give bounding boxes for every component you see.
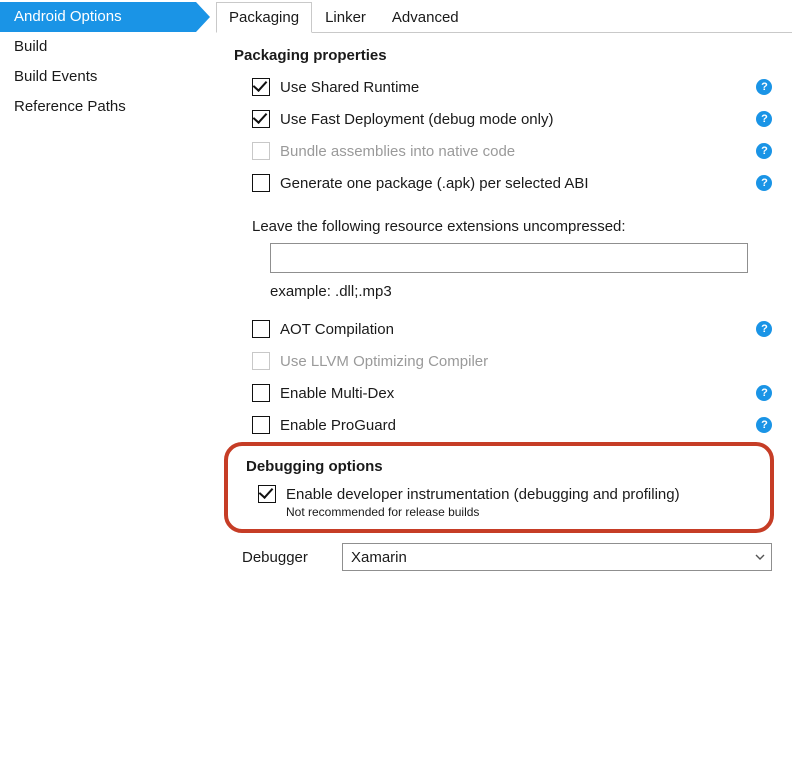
tab-bar: Packaging Linker Advanced bbox=[216, 2, 792, 33]
label-aot-compilation: AOT Compilation bbox=[280, 321, 394, 338]
label-fast-deployment: Use Fast Deployment (debug mode only) bbox=[280, 111, 553, 128]
label-multi-dex: Enable Multi-Dex bbox=[280, 385, 394, 402]
uncompressed-extensions-example: example: .dll;.mp3 bbox=[270, 283, 772, 300]
sidebar-item-label: Reference Paths bbox=[14, 98, 126, 115]
checkbox-llvm bbox=[252, 352, 270, 370]
help-icon[interactable]: ? bbox=[756, 111, 772, 127]
label-developer-instrumentation: Enable developer instrumentation (debugg… bbox=[286, 486, 680, 503]
label-proguard: Enable ProGuard bbox=[280, 417, 396, 434]
checkbox-aot-compilation[interactable] bbox=[252, 320, 270, 338]
debugger-select[interactable]: Xamarin bbox=[342, 543, 772, 571]
checkbox-one-apk-per-abi[interactable] bbox=[252, 174, 270, 192]
checkbox-fast-deployment[interactable] bbox=[252, 110, 270, 128]
sidebar: Android Options Build Build Events Refer… bbox=[0, 0, 196, 769]
uncompressed-extensions-label: Leave the following resource extensions … bbox=[252, 218, 772, 235]
developer-instrumentation-note: Not recommended for release builds bbox=[286, 505, 752, 519]
sidebar-item-android-options[interactable]: Android Options bbox=[0, 2, 196, 32]
help-icon[interactable]: ? bbox=[756, 385, 772, 401]
packaging-panel: Packaging properties Use Shared Runtime … bbox=[216, 33, 792, 571]
tab-advanced[interactable]: Advanced bbox=[379, 2, 472, 32]
tab-label: Linker bbox=[325, 9, 366, 26]
label-llvm: Use LLVM Optimizing Compiler bbox=[280, 353, 488, 370]
checkbox-bundle-native bbox=[252, 142, 270, 160]
checkbox-proguard[interactable] bbox=[252, 416, 270, 434]
sidebar-item-reference-paths[interactable]: Reference Paths bbox=[0, 92, 196, 122]
checkbox-shared-runtime[interactable] bbox=[252, 78, 270, 96]
debugger-row: Debugger Xamarin bbox=[242, 543, 772, 571]
help-icon[interactable]: ? bbox=[756, 175, 772, 191]
checkbox-developer-instrumentation[interactable] bbox=[258, 485, 276, 503]
sidebar-item-label: Android Options bbox=[14, 8, 122, 25]
tab-linker[interactable]: Linker bbox=[312, 2, 379, 32]
label-shared-runtime: Use Shared Runtime bbox=[280, 79, 419, 96]
chevron-down-icon bbox=[755, 554, 765, 560]
tab-label: Advanced bbox=[392, 9, 459, 26]
debugging-options-heading: Debugging options bbox=[246, 458, 752, 475]
help-icon[interactable]: ? bbox=[756, 143, 772, 159]
debugging-options-callout: Debugging options Enable developer instr… bbox=[224, 442, 774, 533]
main-panel: Packaging Linker Advanced Packaging prop… bbox=[196, 0, 792, 769]
label-one-apk-per-abi: Generate one package (.apk) per selected… bbox=[280, 175, 589, 192]
checkbox-multi-dex[interactable] bbox=[252, 384, 270, 402]
sidebar-item-label: Build Events bbox=[14, 68, 97, 85]
help-icon[interactable]: ? bbox=[756, 79, 772, 95]
sidebar-item-build-events[interactable]: Build Events bbox=[0, 62, 196, 92]
help-icon[interactable]: ? bbox=[756, 417, 772, 433]
packaging-properties-heading: Packaging properties bbox=[234, 47, 772, 64]
uncompressed-extensions-input[interactable] bbox=[270, 243, 748, 273]
label-bundle-native: Bundle assemblies into native code bbox=[280, 143, 515, 160]
sidebar-item-build[interactable]: Build bbox=[0, 32, 196, 62]
tab-packaging[interactable]: Packaging bbox=[216, 2, 312, 33]
sidebar-item-label: Build bbox=[14, 38, 47, 55]
tab-label: Packaging bbox=[229, 9, 299, 26]
help-icon[interactable]: ? bbox=[756, 321, 772, 337]
debugger-label: Debugger bbox=[242, 549, 342, 566]
debugger-select-value: Xamarin bbox=[351, 549, 407, 566]
